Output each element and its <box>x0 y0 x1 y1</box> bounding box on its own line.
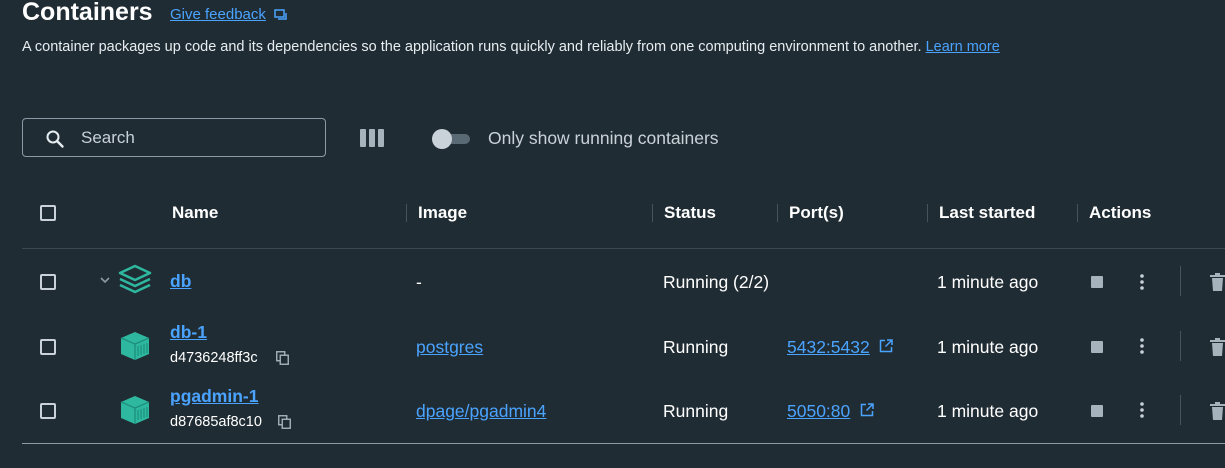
container-id: d4736248ff3c <box>170 350 258 366</box>
stop-icon[interactable] <box>1091 405 1103 417</box>
column-divider <box>777 204 778 222</box>
search-box[interactable] <box>22 118 326 157</box>
columns-icon[interactable] <box>360 129 384 147</box>
column-header-image[interactable]: Image <box>418 203 467 223</box>
row-checkbox[interactable] <box>40 403 56 419</box>
container-name-link[interactable]: db-1 <box>170 322 207 343</box>
last-started-cell: 1 minute ago <box>937 337 1039 357</box>
external-link-icon[interactable] <box>879 339 893 353</box>
column-header-name[interactable]: Name <box>172 203 218 223</box>
column-divider <box>406 204 407 222</box>
table-bottom-divider <box>22 443 1225 444</box>
toggle-knob <box>432 129 452 149</box>
description-text: A container packages up code and its dep… <box>22 39 922 55</box>
column-header-ports[interactable]: Port(s) <box>789 203 844 223</box>
port-link[interactable]: 5050:80 <box>787 401 850 422</box>
copy-icon[interactable] <box>276 351 289 365</box>
page-title: Containers <box>22 0 153 26</box>
column-header-last-started[interactable]: Last started <box>939 203 1035 223</box>
copy-icon[interactable] <box>278 415 291 429</box>
kebab-menu-icon[interactable] <box>1140 338 1144 354</box>
column-divider <box>652 204 653 222</box>
action-divider <box>1180 395 1181 425</box>
last-started-cell: 1 minute ago <box>937 272 1039 292</box>
container-icon <box>120 332 150 360</box>
select-all-checkbox[interactable] <box>40 205 56 221</box>
learn-more-link[interactable]: Learn more <box>926 39 1000 55</box>
row-checkbox[interactable] <box>40 339 56 355</box>
row-checkbox[interactable] <box>40 274 56 290</box>
status-cell: Running <box>663 337 729 357</box>
action-divider <box>1180 266 1181 296</box>
trash-icon[interactable] <box>1210 338 1225 356</box>
give-feedback-link[interactable]: Give feedback <box>170 6 266 23</box>
image-link[interactable]: dpage/pgadmin4 <box>416 401 546 422</box>
container-name-link[interactable]: db <box>170 271 191 292</box>
container-name-link[interactable]: pgadmin-1 <box>170 386 258 407</box>
chevron-down-icon[interactable] <box>99 275 111 285</box>
stop-icon[interactable] <box>1091 341 1103 353</box>
column-header-status[interactable]: Status <box>664 203 716 223</box>
container-id: d87685af8c10 <box>170 414 262 430</box>
port-link[interactable]: 5432:5432 <box>787 337 870 358</box>
status-cell: Running <box>663 401 729 421</box>
status-cell: Running (2/2) <box>663 272 770 292</box>
search-icon <box>46 130 64 148</box>
stop-icon[interactable] <box>1091 276 1103 288</box>
toggle-label: Only show running containers <box>488 128 719 148</box>
action-divider <box>1180 331 1181 361</box>
column-header-actions: Actions <box>1089 203 1152 222</box>
kebab-menu-icon[interactable] <box>1140 274 1144 290</box>
column-divider <box>1077 204 1078 222</box>
stack-icon <box>118 264 152 294</box>
trash-icon[interactable] <box>1210 402 1225 420</box>
container-icon <box>120 396 150 424</box>
column-divider <box>927 204 928 222</box>
image-link[interactable]: postgres <box>416 337 483 358</box>
image-cell: - <box>416 272 422 292</box>
header-divider <box>22 248 1225 249</box>
feedback-icon[interactable] <box>274 9 288 21</box>
running-only-toggle[interactable] <box>432 129 470 149</box>
trash-icon[interactable] <box>1210 273 1225 291</box>
kebab-menu-icon[interactable] <box>1140 402 1144 418</box>
search-input[interactable] <box>81 127 311 149</box>
external-link-icon[interactable] <box>860 403 874 417</box>
page-description: A container packages up code and its dep… <box>22 39 1000 55</box>
last-started-cell: 1 minute ago <box>937 401 1039 421</box>
